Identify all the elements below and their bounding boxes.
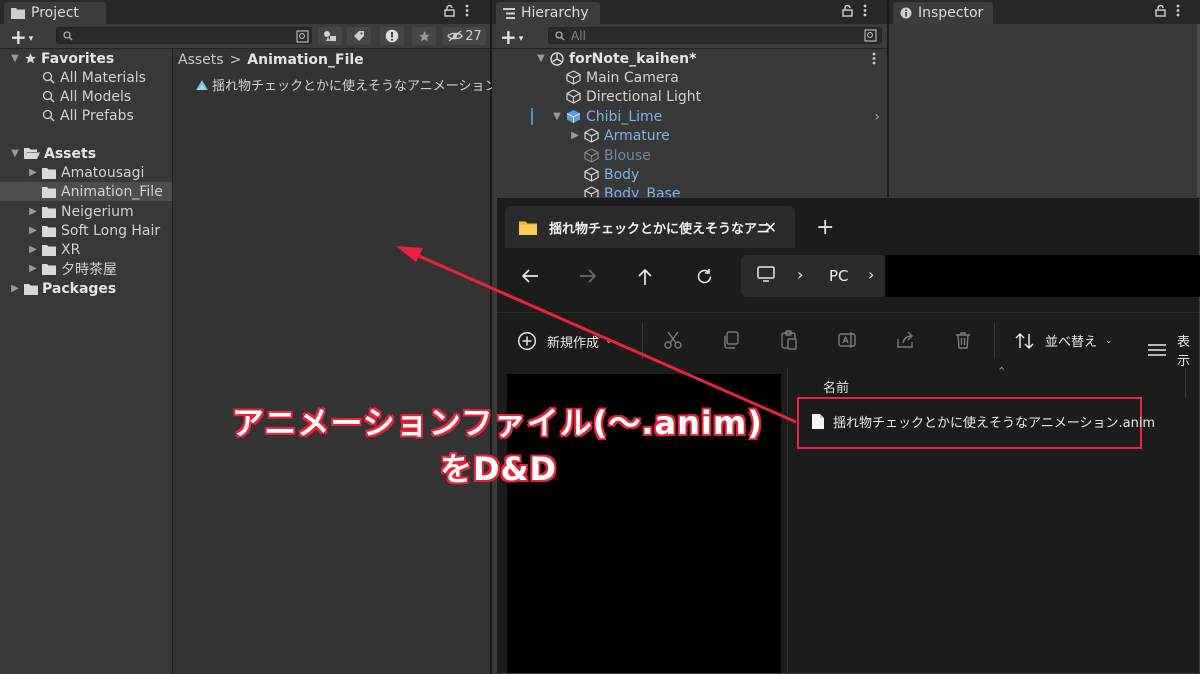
annotation-line2: をD&D bbox=[439, 449, 558, 489]
annotation-line1: アニメーションファイル(～.anim) bbox=[231, 403, 763, 443]
drag-arrow bbox=[396, 246, 797, 424]
